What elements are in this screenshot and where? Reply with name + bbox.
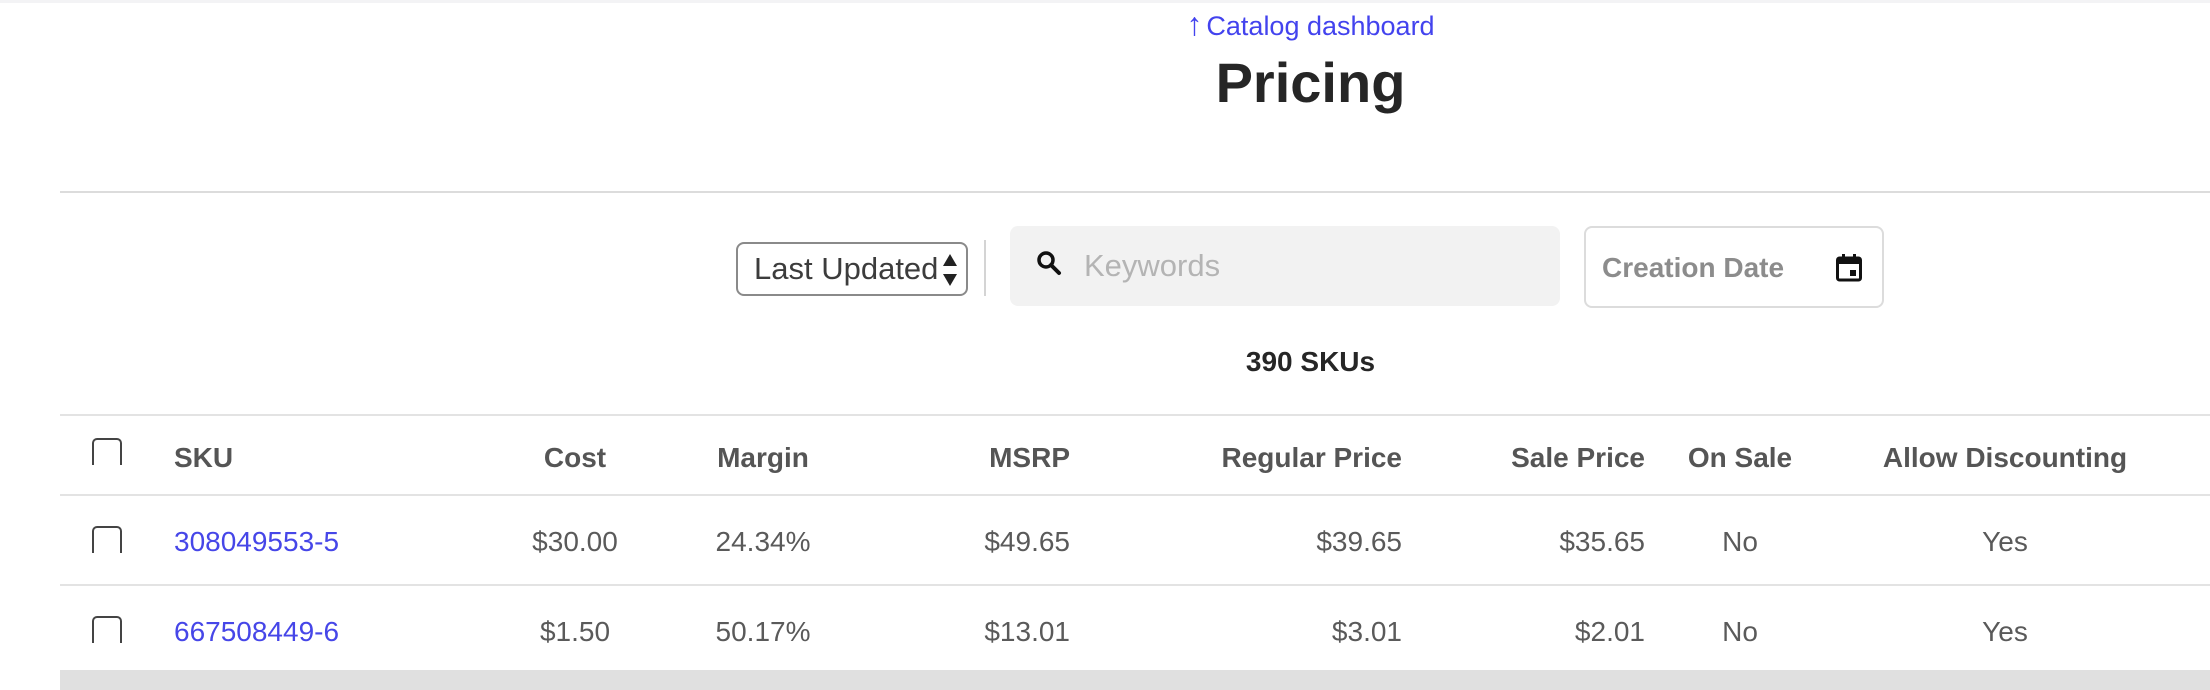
cost-cell: $1.50: [539, 616, 611, 647]
msrp-cell: $49.65: [984, 526, 1070, 557]
column-header-sale-price[interactable]: Sale Price: [1400, 442, 1645, 474]
margin-cell: 24.34%: [715, 526, 811, 557]
catalog-dashboard-link[interactable]: ↑ Catalog dashboard: [0, 6, 2210, 43]
column-header-allow-discounting[interactable]: Allow Discounting: [1860, 442, 2150, 474]
back-link-label: Catalog dashboard: [1206, 11, 1435, 41]
regular-price-cell: $39.65: [1316, 526, 1402, 557]
on-sale-cell: No: [1722, 616, 1758, 647]
column-header-sku[interactable]: SKU: [174, 442, 233, 474]
creation-date-label: Creation Date: [1602, 252, 1785, 283]
column-header-regular-price[interactable]: Regular Price: [1130, 442, 1402, 474]
allow-discounting-cell: Yes: [1982, 526, 2028, 557]
creation-date-field[interactable]: Creation Date: [1584, 226, 1884, 308]
search-box[interactable]: [1010, 226, 1560, 306]
table-row[interactable]: 308049553-5 $30.00 24.34% $49.65 $39.65 …: [60, 494, 2210, 584]
up-arrow-icon: ↑: [1186, 6, 1203, 42]
column-header-on-sale[interactable]: On Sale: [1640, 442, 1840, 474]
sort-select[interactable]: Last Updated: [736, 242, 968, 296]
pricing-table: SKU Cost Margin MSRP Regular Price Sale …: [60, 414, 2210, 674]
table-header-row: SKU Cost Margin MSRP Regular Price Sale …: [60, 414, 2210, 494]
row-checkbox[interactable]: [92, 526, 122, 553]
filter-separator: [984, 240, 986, 296]
cost-cell: $30.00: [532, 526, 618, 557]
msrp-cell: $13.01: [984, 616, 1070, 647]
page-title: Pricing: [1215, 51, 1406, 114]
sku-link[interactable]: 308049553-5: [174, 526, 339, 558]
sale-price-cell: $2.01: [1574, 616, 1645, 647]
margin-cell: 50.17%: [715, 616, 811, 647]
header-divider: [60, 191, 2210, 193]
allow-discounting-cell: Yes: [1982, 616, 2028, 647]
column-header-cost[interactable]: Cost: [500, 442, 650, 474]
select-all-checkbox[interactable]: [92, 438, 122, 465]
top-border: [0, 0, 2210, 3]
row-checkbox[interactable]: [92, 616, 122, 643]
calendar-icon[interactable]: [1836, 254, 1862, 282]
sale-price-cell: $35.65: [1559, 526, 1645, 557]
next-row-band: [60, 670, 2210, 690]
sort-select-value: Last Updated: [754, 251, 939, 286]
sku-link[interactable]: 667508449-6: [174, 616, 339, 648]
sku-count: 390 SKUs: [1245, 346, 1376, 377]
search-input[interactable]: [1072, 240, 1556, 292]
sort-arrows-icon: [942, 254, 958, 286]
regular-price-cell: $3.01: [1331, 616, 1402, 647]
column-header-margin[interactable]: Margin: [673, 442, 853, 474]
table-row[interactable]: 667508449-6 $1.50 50.17% $13.01 $3.01 $2…: [60, 584, 2210, 674]
on-sale-cell: No: [1722, 526, 1758, 557]
search-icon: [1037, 251, 1061, 275]
column-header-msrp[interactable]: MSRP: [830, 442, 1070, 474]
